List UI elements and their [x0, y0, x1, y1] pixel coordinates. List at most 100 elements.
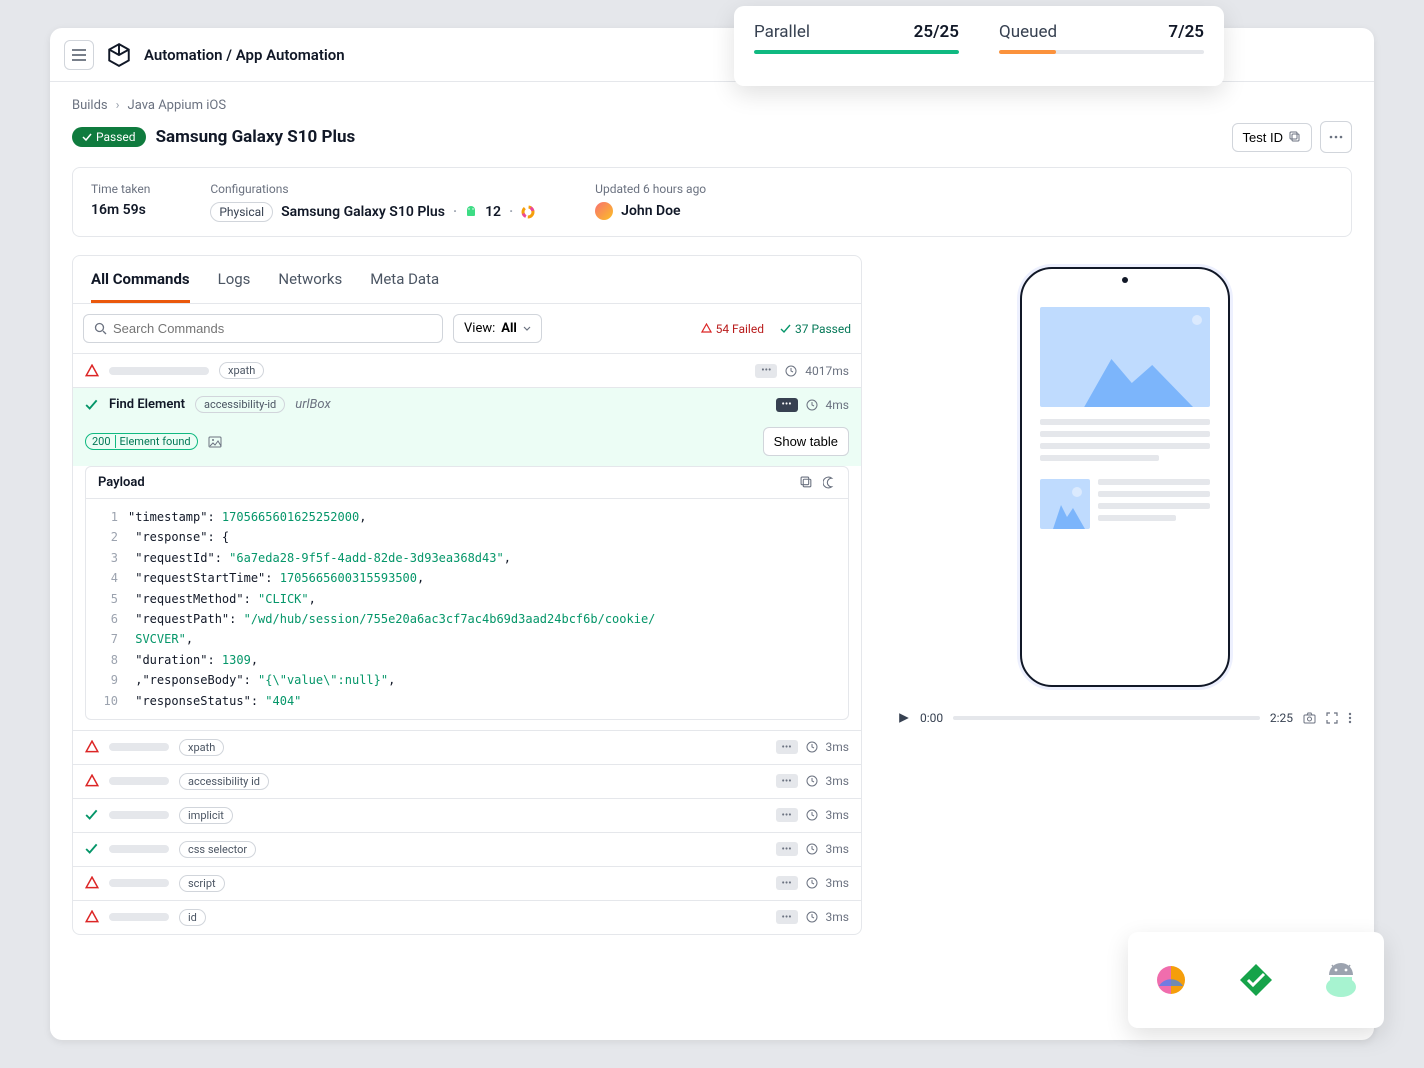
stat-queued: Queued7/25 — [999, 22, 1204, 86]
clock-icon — [806, 399, 818, 411]
view-filter[interactable]: View: All — [453, 314, 542, 343]
config-label: Configurations — [210, 182, 535, 196]
search-input[interactable] — [113, 321, 432, 336]
avatar-icon — [595, 202, 613, 220]
passed-framework-icon — [1234, 958, 1278, 1002]
dots-vertical-icon[interactable] — [1348, 712, 1352, 724]
spinner-icon — [521, 205, 535, 219]
placeholder-image — [1040, 307, 1210, 407]
tab-logs[interactable]: Logs — [218, 270, 251, 303]
copy-icon[interactable] — [800, 476, 813, 489]
logo-icon — [106, 42, 132, 68]
tabs: All Commands Logs Networks Meta Data — [73, 256, 861, 304]
locator-pill: xpath — [219, 362, 264, 379]
menu-toggle[interactable] — [64, 40, 94, 70]
config-value: Physical Samsung Galaxy S10 Plus · 12 · — [210, 202, 535, 222]
clock-icon — [785, 365, 797, 377]
commands-panel: All Commands Logs Networks Meta Data Vie… — [72, 255, 862, 935]
warning-icon — [85, 774, 99, 788]
tab-networks[interactable]: Networks — [278, 270, 342, 303]
row-more[interactable]: ••• — [776, 774, 798, 788]
warning-icon — [85, 364, 99, 378]
tab-all-commands[interactable]: All Commands — [91, 270, 190, 303]
camera-icon[interactable] — [1303, 712, 1316, 724]
breadcrumb: Builds › Java Appium iOS — [72, 98, 1352, 113]
status-text: Passed — [96, 130, 136, 144]
hamburger-icon — [72, 49, 86, 61]
test-id-button[interactable]: Test ID — [1232, 123, 1312, 152]
android-icon — [465, 205, 477, 219]
command-row[interactable]: id•••3ms — [73, 900, 861, 934]
command-row[interactable]: css selector•••3ms — [73, 832, 861, 866]
check-icon — [85, 842, 99, 856]
check-icon — [82, 132, 92, 142]
image-icon[interactable] — [208, 436, 222, 448]
placeholder — [109, 367, 209, 375]
tab-metadata[interactable]: Meta Data — [370, 270, 439, 303]
command-subrow: 200 Element found Show table — [73, 421, 861, 466]
command-row[interactable]: xpath ••• 3ms — [73, 730, 861, 764]
warning-icon — [701, 323, 712, 334]
breadcrumb-current: Java Appium iOS — [128, 98, 227, 113]
placeholder — [109, 879, 169, 887]
play-icon[interactable] — [898, 712, 910, 724]
title-row: Passed Samsung Galaxy S10 Plus Test ID — [72, 121, 1352, 153]
placeholder — [109, 811, 169, 819]
command-row[interactable]: xpath ••• 4017ms — [73, 353, 861, 387]
more-button[interactable] — [1320, 121, 1352, 153]
fullscreen-icon[interactable] — [1326, 712, 1338, 724]
moon-icon[interactable] — [823, 476, 836, 489]
row-more[interactable]: ••• — [776, 910, 798, 924]
show-table-button[interactable]: Show table — [763, 427, 849, 456]
command-row[interactable]: accessibility id•••3ms — [73, 764, 861, 798]
placeholder — [109, 845, 169, 853]
row-more[interactable]: ••• — [776, 842, 798, 856]
clock-icon — [806, 843, 818, 855]
appium-icon — [1149, 958, 1193, 1002]
test-id-label: Test ID — [1243, 130, 1283, 145]
command-row[interactable]: implicit•••3ms — [73, 798, 861, 832]
check-icon — [85, 808, 99, 822]
row-more[interactable]: ••• — [776, 740, 798, 754]
copy-icon — [1289, 131, 1301, 143]
row-more[interactable]: ••• — [776, 876, 798, 890]
app-window: Automation / App Automation Builds › Jav… — [50, 28, 1374, 1040]
row-time: 4ms — [826, 398, 849, 412]
check-icon — [780, 323, 791, 334]
command-row[interactable]: script•••3ms — [73, 866, 861, 900]
search-input-wrapper[interactable] — [83, 314, 443, 343]
chevron-right-icon: › — [116, 98, 120, 113]
placeholder — [109, 913, 169, 921]
code-block: 1"timestamp": 1705665601625252000,2 "res… — [86, 499, 848, 719]
warning-icon — [85, 876, 99, 890]
clock-icon — [806, 741, 818, 753]
locator-pill: xpath — [179, 739, 224, 756]
framework-icons-card — [1128, 932, 1384, 1028]
content: Builds › Java Appium iOS Passed Samsung … — [50, 82, 1374, 951]
time-taken-label: Time taken — [91, 182, 150, 196]
breadcrumb-root[interactable]: Builds — [72, 98, 108, 113]
row-time: 3ms — [826, 740, 849, 754]
device-frame — [1020, 267, 1230, 687]
user-value: John Doe — [595, 202, 706, 220]
row-time: 3ms — [826, 910, 849, 924]
row-more[interactable]: ••• — [755, 364, 777, 378]
info-panel: Time taken 16m 59s Configurations Physic… — [72, 167, 1352, 237]
updated-label: Updated 6 hours ago — [595, 182, 706, 196]
row-more[interactable]: ••• — [776, 398, 798, 412]
placeholder — [109, 743, 169, 751]
http-code: 200 Element found — [85, 433, 198, 450]
video-total: 2:25 — [1270, 711, 1293, 725]
view-value: All — [501, 321, 517, 336]
payload-panel: Payload 1"timestamp": 170566560162525200… — [85, 466, 849, 720]
video-track[interactable] — [953, 716, 1260, 720]
clock-icon — [806, 877, 818, 889]
locator-pill: implicit — [179, 807, 233, 824]
toolbar: View: All 54 Failed 37 Passed — [73, 304, 861, 353]
placeholder-thumb — [1040, 479, 1090, 529]
locator-pill: css selector — [179, 841, 256, 858]
user-name: John Doe — [621, 203, 680, 219]
row-more[interactable]: ••• — [776, 808, 798, 822]
command-row-expanded[interactable]: Find Element accessibility-id urlBox •••… — [73, 387, 861, 421]
device-screen — [1030, 279, 1220, 675]
